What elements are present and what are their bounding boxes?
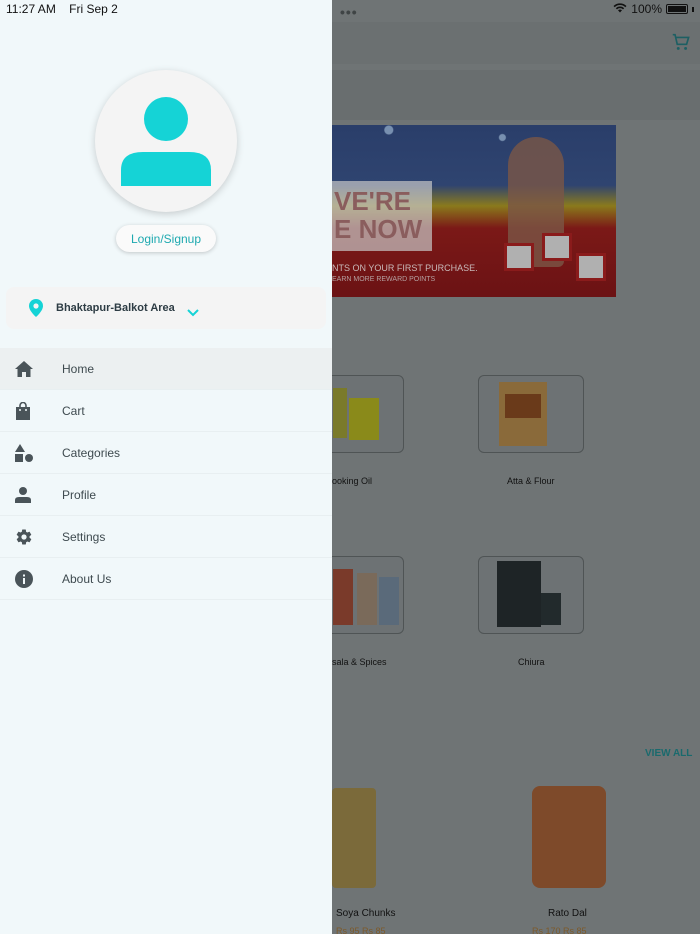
status-time: 11:27 AM bbox=[6, 2, 56, 16]
location-label: Bhaktapur-Balkot Area bbox=[56, 302, 175, 314]
status-date: Fri Sep 2 bbox=[69, 2, 118, 16]
search-bar-area bbox=[332, 70, 700, 120]
menu-item-profile[interactable]: Profile bbox=[0, 474, 332, 516]
home-icon bbox=[0, 360, 62, 377]
menu-item-label: Home bbox=[62, 361, 95, 376]
product-price: Rs 170 Rs 85 bbox=[532, 926, 587, 934]
category-label: sala & Spices bbox=[332, 657, 387, 667]
shapes-icon bbox=[0, 443, 62, 462]
gift-box-image bbox=[504, 243, 534, 271]
gift-box-image bbox=[576, 253, 606, 281]
login-signup-button[interactable]: Login/Signup bbox=[116, 225, 216, 252]
location-pin-icon bbox=[28, 299, 44, 317]
menu-item-cart[interactable]: Cart bbox=[0, 390, 332, 432]
product-price: Rs 95 Rs 85 bbox=[336, 926, 386, 934]
banner-headline: VE'RE E NOW bbox=[334, 186, 423, 244]
bag-icon bbox=[0, 401, 62, 420]
battery-percent: 100% bbox=[631, 2, 662, 16]
status-bar-left: 11:27 AM Fri Sep 2 bbox=[6, 2, 118, 16]
promo-banner[interactable]: VE'RE E NOW NTS ON YOUR FIRST PURCHASE. … bbox=[332, 125, 616, 297]
product-name: Soya Chunks bbox=[336, 908, 396, 919]
banner-line-1: NTS ON YOUR FIRST PURCHASE. bbox=[332, 263, 478, 273]
cart-icon[interactable] bbox=[670, 31, 692, 53]
menu-item-label: Cart bbox=[62, 403, 85, 418]
wifi-icon bbox=[613, 2, 627, 16]
category-label: Atta & Flour bbox=[507, 476, 555, 486]
person-icon bbox=[0, 486, 62, 503]
category-tile[interactable] bbox=[478, 556, 584, 634]
product-image[interactable] bbox=[532, 786, 606, 888]
gift-box-image bbox=[542, 233, 572, 261]
info-icon bbox=[0, 569, 62, 588]
product-name: Rato Dal bbox=[548, 908, 587, 919]
banner-line-2: EARN MORE REWARD POINTS bbox=[332, 276, 436, 283]
chevron-down-icon bbox=[187, 304, 199, 317]
menu-item-about-us[interactable]: About Us bbox=[0, 558, 332, 600]
menu-item-label: Settings bbox=[62, 529, 106, 544]
menu-item-label: About Us bbox=[62, 571, 112, 586]
view-all-link[interactable]: VIEW ALL bbox=[645, 748, 692, 759]
status-right: 100% bbox=[613, 2, 694, 16]
menu-item-home[interactable]: Home bbox=[0, 348, 332, 390]
product-image[interactable] bbox=[332, 788, 376, 888]
category-label: ooking Oil bbox=[332, 476, 373, 486]
gear-icon bbox=[0, 528, 62, 546]
multitask-dots: ••• bbox=[340, 4, 358, 20]
menu-item-categories[interactable]: Categories bbox=[0, 432, 332, 474]
navigation-drawer: 11:27 AM Fri Sep 2 Login/Signup Bhaktapu… bbox=[0, 0, 332, 934]
avatar[interactable] bbox=[95, 70, 237, 212]
drawer-menu: Home Cart Categories Profile Settings Ab… bbox=[0, 348, 332, 600]
menu-item-label: Profile bbox=[62, 487, 97, 502]
location-selector[interactable]: Bhaktapur-Balkot Area bbox=[6, 287, 326, 329]
menu-item-label: Categories bbox=[62, 445, 121, 460]
battery-icon bbox=[666, 4, 688, 14]
category-label: Chiura bbox=[518, 657, 545, 667]
category-tile[interactable] bbox=[478, 375, 584, 453]
menu-item-settings[interactable]: Settings bbox=[0, 516, 332, 558]
